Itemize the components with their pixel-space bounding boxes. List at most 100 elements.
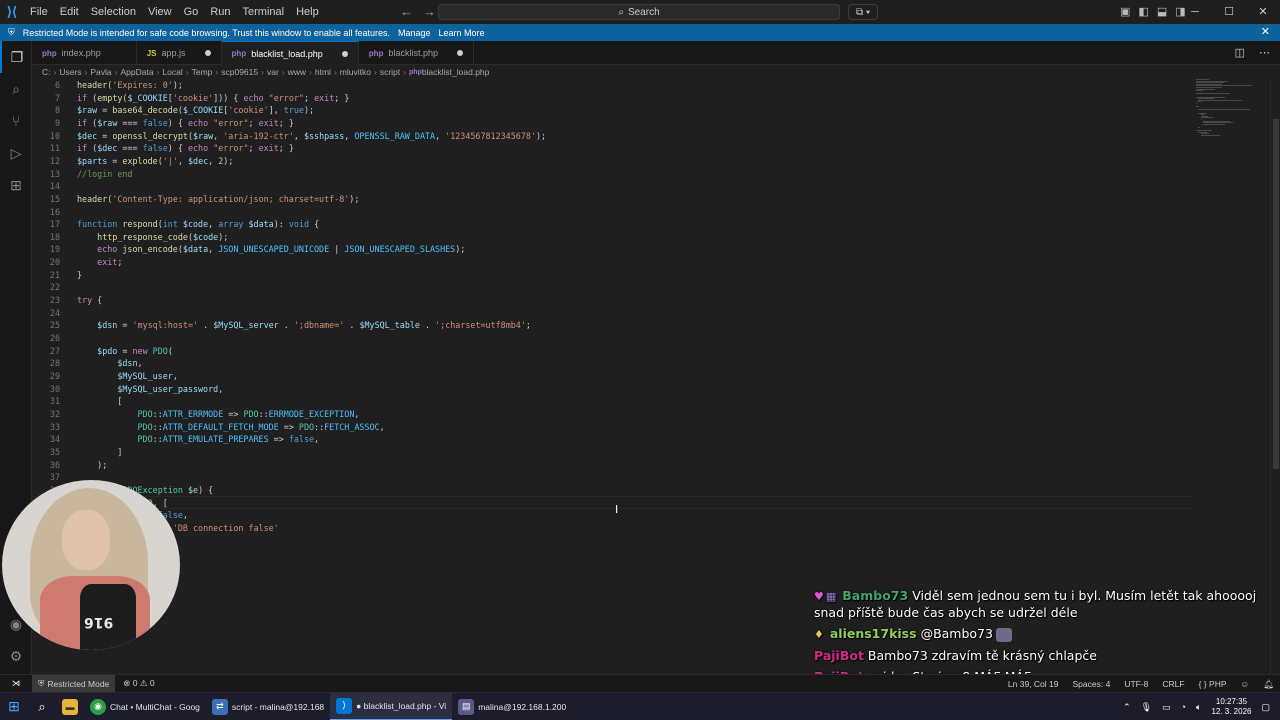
tab-blacklist-php[interactable]: php blacklist.php — [359, 41, 474, 65]
close-window-icon[interactable]: ✕ — [1246, 0, 1280, 24]
indentation[interactable]: Spaces: 4 — [1073, 679, 1111, 689]
notification-center-icon[interactable]: ▢ — [1261, 702, 1270, 713]
tab-blacklist-load-php[interactable]: php blacklist_load.php — [221, 41, 359, 65]
source-control-icon[interactable]: ⑂ — [0, 105, 32, 137]
menu-terminal[interactable]: Terminal — [237, 0, 291, 24]
menu-file[interactable]: File — [24, 0, 54, 24]
breadcrumb-segment[interactable]: script — [380, 67, 400, 77]
copilot-button[interactable]: ⧉ ▾ — [848, 4, 878, 20]
remote-indicator-icon[interactable]: ⋊ — [0, 675, 32, 693]
problems-status[interactable]: ⊗ 0 ⚠ 0 — [123, 678, 154, 689]
copilot-status-icon[interactable]: ☺ — [1241, 679, 1250, 689]
breadcrumb-segment[interactable]: var — [267, 67, 279, 77]
taskbar-search-button[interactable]: ⌕ — [28, 693, 56, 720]
maximize-icon[interactable]: ☐ — [1212, 0, 1246, 24]
back-arrow-icon[interactable]: ← — [400, 0, 413, 24]
forward-arrow-icon[interactable]: → — [423, 0, 436, 24]
code-line[interactable]: 35 ] — [32, 446, 1192, 459]
code-line[interactable]: 36 ); — [32, 459, 1192, 472]
code-line[interactable]: 11 if ($dec === false) { echo "error"; ex… — [32, 142, 1192, 155]
code-line[interactable]: 38} catch (PDOException $e) { — [32, 484, 1192, 497]
code-line[interactable]: 28 $dsn, — [32, 357, 1192, 370]
code-line[interactable]: 6 header('Expires: 0'); — [32, 79, 1192, 92]
code-line[interactable]: 33 PDO::ATTR_DEFAULT_FETCH_MODE => PDO::… — [32, 421, 1192, 434]
breadcrumb-segment[interactable]: Pavla — [90, 67, 111, 77]
clock[interactable]: 10:27:35 12. 3. 2026 — [1211, 697, 1251, 717]
breadcrumb-segment[interactable]: Local — [162, 67, 182, 77]
extensions-icon[interactable]: ⊞ — [0, 169, 32, 201]
tab-app-js[interactable]: JS app.js — [137, 41, 222, 65]
code-line[interactable]: 21} — [32, 269, 1192, 282]
code-line[interactable]: 41 'error' => 'DB connection false' — [32, 522, 1192, 535]
breadcrumb-segment[interactable]: C: — [42, 67, 51, 77]
restricted-mode-status[interactable]: ⛨ Restricted Mode — [32, 674, 116, 693]
command-center-search[interactable]: ⌕ Search — [438, 4, 840, 20]
tab-close-icon[interactable] — [120, 50, 126, 56]
code-line[interactable]: 20 exit; — [32, 256, 1192, 269]
run-debug-icon[interactable]: ▷ — [0, 137, 32, 169]
breadcrumb-segment[interactable]: blacklist_load.php — [422, 67, 490, 77]
close-banner-icon[interactable]: ✕ — [1261, 24, 1270, 41]
explorer-icon[interactable]: ❐ — [0, 41, 32, 73]
display-icon[interactable]: ▭ — [1162, 702, 1171, 713]
code-line[interactable]: 39 respond(500, [ — [32, 496, 1192, 510]
split-editor-icon[interactable]: ◫ — [1235, 41, 1245, 65]
menu-help[interactable]: Help — [290, 0, 325, 24]
toggle-panel-icon[interactable]: ⬓ — [1157, 0, 1167, 24]
code-line[interactable]: 19 echo json_encode($data, JSON_UNESCAPE… — [32, 243, 1192, 256]
code-line[interactable]: 8 $raw = base64_decode($_COOKIE['cookie']… — [32, 104, 1192, 117]
code-line[interactable]: 29 $MySQL_user, — [32, 370, 1192, 383]
start-button[interactable]: ⊞ — [0, 693, 28, 720]
code-line[interactable]: 26 — [32, 332, 1192, 345]
breadcrumb-segment[interactable]: AppData — [121, 67, 154, 77]
code-line[interactable]: 13 //login end — [32, 168, 1192, 181]
manage-link[interactable]: Manage — [398, 28, 431, 38]
code-line[interactable]: 25 $dsn = 'mysql:host=' . $MySQL_server … — [32, 319, 1192, 332]
layout-panel-icon[interactable]: ▣ — [1120, 0, 1130, 24]
breadcrumb-segment[interactable]: Temp — [192, 67, 213, 77]
code-line[interactable]: 34 PDO::ATTR_EMULATE_PREPARES => false, — [32, 433, 1192, 446]
code-line[interactable]: 23 try { — [32, 294, 1192, 307]
file-explorer-button[interactable]: ▬ — [56, 693, 84, 720]
encoding[interactable]: UTF-8 — [1124, 679, 1148, 689]
code-line[interactable]: 24 — [32, 307, 1192, 320]
tab-index-php[interactable]: php index.php — [32, 41, 137, 65]
breadcrumb-segment[interactable]: mluvitko — [340, 67, 371, 77]
more-actions-icon[interactable]: ⋯ — [1259, 41, 1270, 65]
code-line[interactable]: 40 'ok' => false, — [32, 509, 1192, 522]
code-line[interactable]: 37 — [32, 471, 1192, 484]
toggle-sidebar-icon[interactable]: ◧ — [1138, 0, 1148, 24]
minimize-icon[interactable]: ─ — [1178, 0, 1212, 24]
taskbar-app-chrome[interactable]: ◉ Chat • MultiChat - Goog — [84, 693, 206, 720]
notifications-bell-icon[interactable]: 🔔︎ — [1263, 679, 1274, 690]
tray-overflow-icon[interactable]: ⌃ — [1123, 702, 1131, 713]
menu-edit[interactable]: Edit — [54, 0, 85, 24]
code-line[interactable]: 10 $dec = openssl_decrypt($raw, 'aria-192… — [32, 130, 1192, 143]
code-line[interactable]: 14 — [32, 180, 1192, 193]
unsaved-dot-icon[interactable] — [341, 50, 348, 57]
settings-gear-icon[interactable]: ⚙ — [0, 640, 32, 672]
scrollbar-thumb[interactable] — [1273, 119, 1279, 469]
taskbar-app-putty[interactable]: ▤ malina@192.168.1.200 — [452, 693, 572, 720]
code-line[interactable]: 9 if ($raw === false) { echo "error"; exi… — [32, 117, 1192, 130]
unsaved-dot-icon[interactable] — [204, 50, 211, 56]
unsaved-dot-icon[interactable] — [456, 50, 463, 56]
breadcrumb-segment[interactable]: Users — [59, 67, 81, 77]
code-line[interactable]: 31 [ — [32, 395, 1192, 408]
breadcrumb-segment[interactable]: www — [288, 67, 306, 77]
code-line[interactable]: 27 $pdo = new PDO( — [32, 345, 1192, 358]
code-line[interactable]: 7 if (empty($_COOKIE['cookie'])) { echo "… — [32, 92, 1192, 105]
code-line[interactable]: 18 http_response_code($code); — [32, 231, 1192, 244]
breadcrumb-segment[interactable]: scp09615 — [221, 67, 258, 77]
menu-go[interactable]: Go — [178, 0, 205, 24]
search-view-icon[interactable]: ⌕ — [0, 73, 32, 105]
code-line[interactable]: 12 $parts = explode('|', $dec, 2); — [32, 155, 1192, 168]
menu-selection[interactable]: Selection — [85, 0, 142, 24]
menu-view[interactable]: View — [142, 0, 178, 24]
code-line[interactable]: 16 — [32, 206, 1192, 219]
end-of-line[interactable]: CRLF — [1162, 679, 1184, 689]
code-line[interactable]: 15 header('Content-Type: application/json… — [32, 193, 1192, 206]
language-mode[interactable]: { } PHP — [1199, 679, 1227, 689]
microphone-icon[interactable]: 🎙︎ — [1141, 702, 1152, 713]
breadcrumb-segment[interactable]: html — [315, 67, 331, 77]
